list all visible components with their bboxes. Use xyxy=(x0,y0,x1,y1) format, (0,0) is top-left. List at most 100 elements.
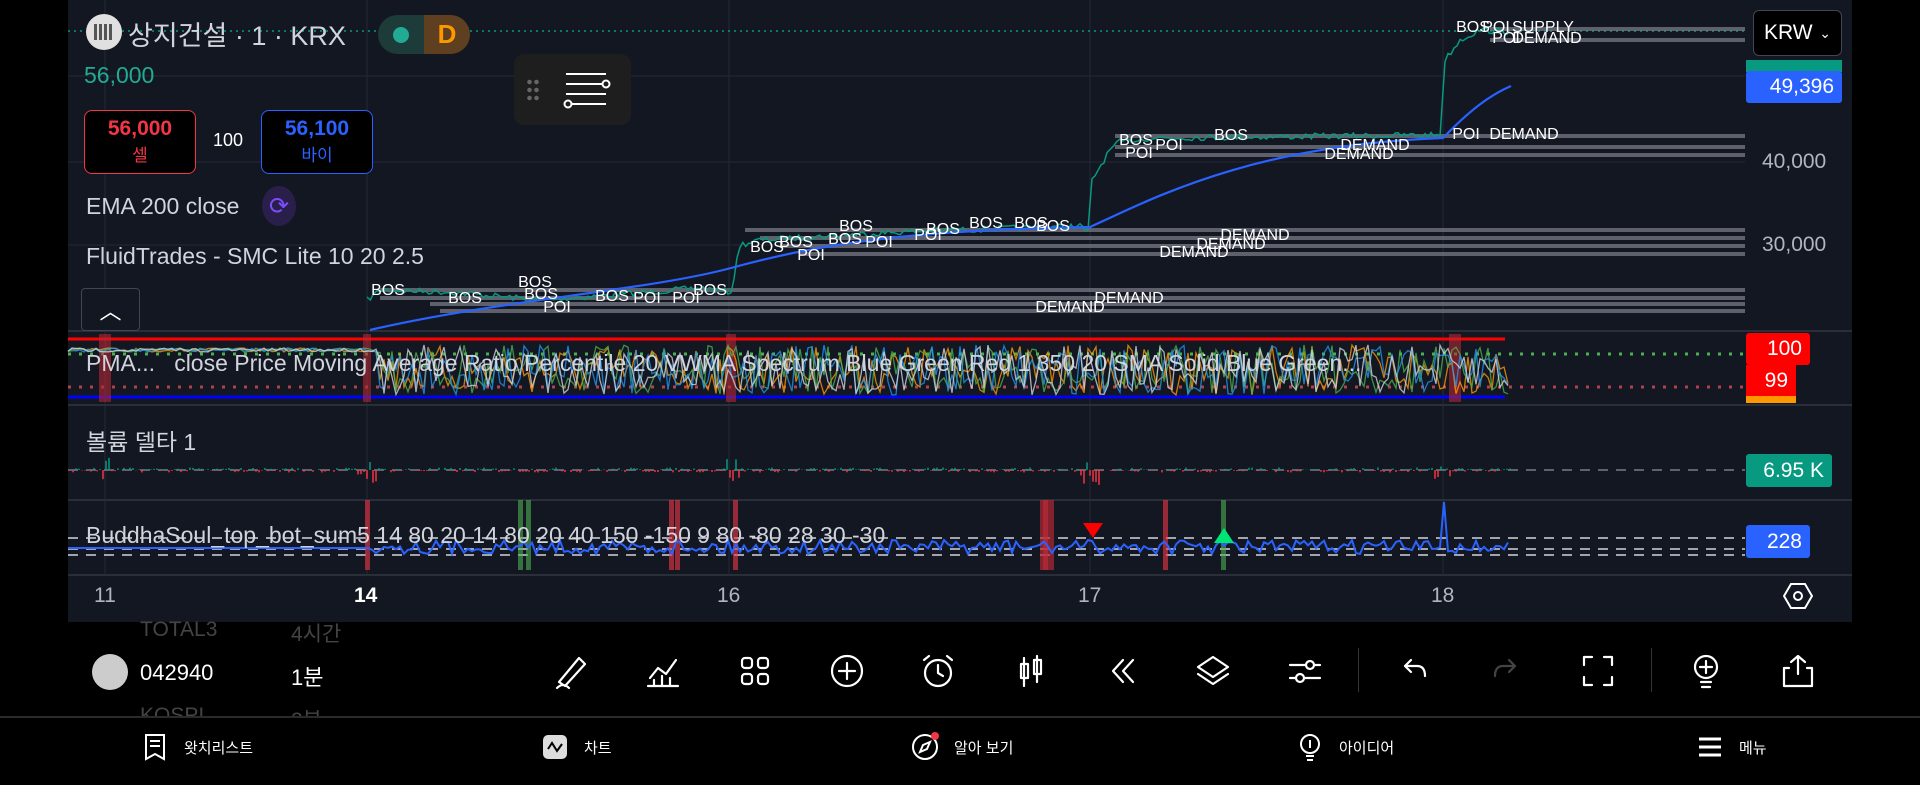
add-icon[interactable] xyxy=(826,650,868,692)
last-price: 56,000 xyxy=(84,62,155,88)
candles-icon[interactable] xyxy=(1010,650,1052,692)
pma-indicator-label[interactable]: PMA... close Price Moving Average Ratio … xyxy=(86,350,1426,377)
ema-indicator-label[interactable]: EMA 200 close xyxy=(86,193,239,220)
pma-short-label: PMA... xyxy=(86,350,156,376)
pencil-icon[interactable] xyxy=(551,650,593,692)
buddhasoul-indicator-label[interactable]: BuddhaSoul_top_bot_sum5 14 80 20 14 80 2… xyxy=(86,522,885,549)
nav-item-4[interactable]: 메뉴 xyxy=(1695,732,1767,762)
smc-label-bos: BOS xyxy=(371,282,405,299)
collapse-legend-button[interactable]: ︿ xyxy=(81,288,140,331)
pma-value-label: 99 xyxy=(1746,365,1796,396)
buddha-signal-bar xyxy=(1163,500,1168,570)
toolbar-divider xyxy=(1651,648,1652,692)
smc-label-demand: DEMAND xyxy=(1512,30,1581,47)
sell-label: 셀 xyxy=(132,146,148,165)
currency-dropdown[interactable]: KRW ⌄ xyxy=(1753,10,1842,56)
layers-icon[interactable] xyxy=(1192,650,1234,692)
pma-full-label: close Price Moving Average Ratio Percent… xyxy=(174,350,1362,376)
smc-label-poi: POI xyxy=(1155,137,1183,154)
session-badge: D xyxy=(424,15,470,54)
volume-delta-value: 6.95 K xyxy=(1746,454,1832,487)
indicators-icon[interactable] xyxy=(642,650,684,692)
drag-handle-icon[interactable] xyxy=(526,77,540,102)
explore-icon xyxy=(912,732,939,760)
refresh-icon[interactable]: ⟳ xyxy=(262,186,296,226)
buy-button[interactable]: 56,100 바이 xyxy=(261,110,373,174)
floating-drawing-panel[interactable] xyxy=(514,54,631,125)
smc-label-bos: BOS xyxy=(595,288,629,305)
chart-settings-icon[interactable] xyxy=(1783,582,1813,610)
smc-label-bos: BOS xyxy=(693,282,727,299)
smc-label-demand: DEMAND xyxy=(1324,146,1393,163)
smc-label-poi: POI xyxy=(633,290,661,307)
smc-label-bos: BOS xyxy=(926,221,960,238)
watchlist-next-interval: 2분 xyxy=(291,704,322,716)
toolbar-divider xyxy=(1358,648,1359,692)
symbol-title[interactable]: 상지건설 · 1 · KRX xyxy=(128,14,346,53)
nav-label: 메뉴 xyxy=(1739,739,1767,757)
smc-label-poi: POI xyxy=(865,234,893,251)
smc-indicator-label[interactable]: FluidTrades - SMC Lite 10 20 2.5 xyxy=(86,243,424,270)
smc-label-bos: BOS xyxy=(1036,218,1070,235)
sell-button[interactable]: 56,000 셀 xyxy=(84,110,196,174)
undo-icon[interactable] xyxy=(1393,650,1435,692)
symbol-logo xyxy=(86,14,122,50)
market-open-dot xyxy=(393,26,409,43)
watchlist-current-interval[interactable]: 1분 xyxy=(291,660,323,692)
buy-signal-triangle xyxy=(1214,528,1234,543)
alert-clock-icon[interactable] xyxy=(917,650,959,692)
nav-item-0[interactable]: 왓치리스트 xyxy=(140,732,253,762)
watchlist-next-symbol[interactable]: KOSPI xyxy=(140,704,204,716)
smc-label-bos: BOS xyxy=(1214,127,1248,144)
time-tick: 17 xyxy=(1078,584,1102,607)
price-tick: 40,000 xyxy=(1762,150,1827,173)
time-tick: 14 xyxy=(354,584,378,607)
smc-label-demand: DEMAND xyxy=(1489,126,1558,143)
object-tree-icon[interactable] xyxy=(562,68,612,112)
smc-label-bos: BOS xyxy=(448,290,482,307)
sell-signal-triangle xyxy=(1083,523,1103,538)
volume-delta-label[interactable]: 볼륨 델타 1 xyxy=(86,423,196,457)
watchlist-prev-symbol[interactable]: TOTAL3 xyxy=(140,618,217,642)
smc-label-bos: BOS xyxy=(969,215,1003,232)
smc-zone xyxy=(1115,153,1745,157)
nav-item-1[interactable]: 차트 xyxy=(540,732,612,762)
ideas-icon xyxy=(1300,734,1320,761)
time-tick: 16 xyxy=(717,584,741,607)
smc-label-bos: BOS xyxy=(828,231,862,248)
chevron-up-icon: ︿ xyxy=(99,298,122,324)
smc-label-poi: POI xyxy=(1452,126,1480,143)
time-tick: 11 xyxy=(94,584,116,607)
smc-label-poi: POI xyxy=(543,299,571,316)
nav-label: 차트 xyxy=(584,739,612,757)
nav-item-2[interactable]: 알아 보기 xyxy=(910,732,1013,762)
redo-icon[interactable] xyxy=(1485,650,1527,692)
smc-zone xyxy=(1115,145,1745,149)
fullscreen-icon[interactable] xyxy=(1577,650,1619,692)
nav-item-3[interactable]: 아이디어 xyxy=(1295,732,1394,762)
watchlist-current-symbol[interactable]: 042940 xyxy=(140,660,213,686)
buy-price: 56,100 xyxy=(284,117,350,140)
replay-icon[interactable] xyxy=(1101,650,1143,692)
symbol-logo-small xyxy=(92,654,128,690)
watchlist-icon xyxy=(145,734,165,761)
settings-sliders-icon[interactable] xyxy=(1284,650,1326,692)
buy-label: 바이 xyxy=(301,146,333,165)
smc-label-poi: POI xyxy=(1125,145,1153,162)
share-icon[interactable] xyxy=(1777,650,1819,692)
time-tick: 18 xyxy=(1431,584,1455,607)
chart-icon xyxy=(543,735,567,759)
spread: 100 xyxy=(213,130,244,150)
currency-value: KRW xyxy=(1764,21,1813,44)
smc-label-poi: POI xyxy=(797,247,825,264)
ema-axis-label: 49,396 xyxy=(1746,71,1842,103)
watchlist-prev-interval: 4시간 xyxy=(291,623,342,646)
smc-label-demand: DEMAND xyxy=(1094,290,1163,307)
ideas-add-icon[interactable] xyxy=(1685,650,1727,692)
smc-zone xyxy=(800,252,1745,256)
pma-lower-mark xyxy=(1746,396,1796,403)
buddha-signal-bar xyxy=(1040,500,1054,570)
layout-grid-icon[interactable] xyxy=(734,650,776,692)
menu-icon xyxy=(1699,737,1721,757)
market-status-toggle[interactable]: D xyxy=(378,15,470,54)
